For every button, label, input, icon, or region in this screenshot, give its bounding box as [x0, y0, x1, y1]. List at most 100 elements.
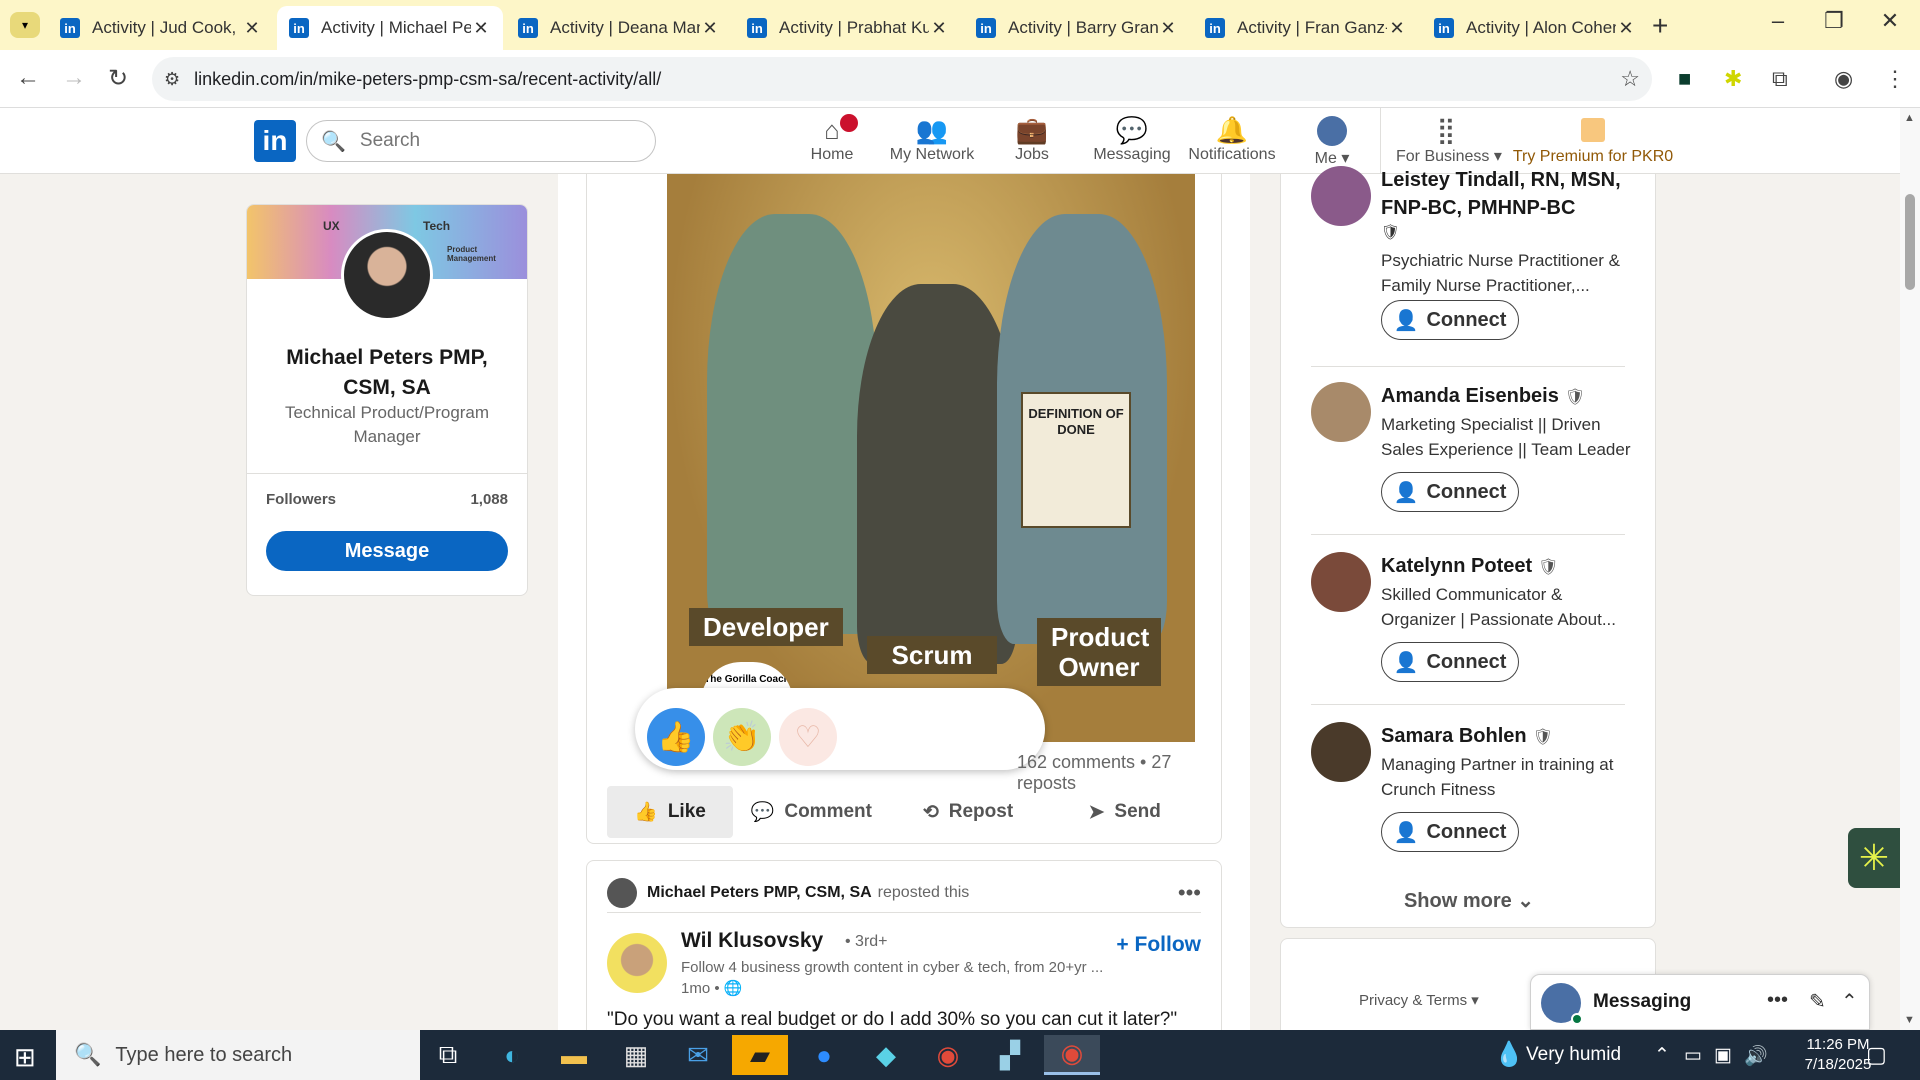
browser-tab[interactable]: in Activity | Alon Cohen ✕ [1422, 6, 1648, 50]
scroll-thumb[interactable] [1905, 194, 1915, 290]
connect-button[interactable]: 👤 Connect [1381, 472, 1519, 512]
address-bar[interactable]: ⚙ linkedin.com/in/mike-peters-pmp-csm-sa… [152, 57, 1652, 101]
post-image[interactable]: DEFINITION OF DONE Developer Scrum Maste… [667, 174, 1195, 742]
floating-extension-icon[interactable]: ✳ [1848, 828, 1900, 888]
app-icon[interactable]: ▞ [982, 1035, 1038, 1075]
task-view-icon[interactable]: ⧉ [420, 1035, 476, 1075]
volume-icon[interactable]: 🔊 [1744, 1044, 1768, 1068]
close-tab-icon[interactable]: ✕ [242, 18, 262, 39]
celebrate-reaction-icon[interactable]: 👏 [713, 708, 771, 766]
profile-name[interactable]: Michael Peters PMP, CSM, SA [247, 343, 527, 403]
send-button[interactable]: ➤ Send [1046, 786, 1203, 838]
suggestion-name[interactable]: Katelynn Poteet 🛡 [1381, 552, 1641, 582]
tab-search-dropdown[interactable]: ▾ [10, 12, 40, 38]
mail-icon[interactable]: ✉ [670, 1035, 726, 1075]
sticky-notes-icon[interactable]: ▰ [732, 1035, 788, 1075]
browser-menu-icon[interactable]: ⋮ [1884, 66, 1906, 92]
chrome-icon[interactable]: ◉ [920, 1035, 976, 1075]
nav-my-network[interactable]: 👥 My Network [882, 114, 982, 164]
close-tab-icon[interactable]: ✕ [929, 18, 949, 39]
windows-start-icon[interactable]: ⊞ [14, 1042, 36, 1073]
battery-icon[interactable]: ▭ [1684, 1044, 1702, 1067]
privacy-terms-link[interactable]: Privacy & Terms ▾ [1359, 991, 1479, 1009]
show-more-button[interactable]: Show more ⌄ [1281, 888, 1657, 913]
browser-tab[interactable]: in Activity | Jud Cook, P ✕ [48, 6, 274, 50]
extension-icon[interactable]: ✱ [1724, 66, 1742, 92]
site-info-icon[interactable]: ⚙ [164, 69, 180, 90]
weather-text[interactable]: Very humid [1526, 1044, 1621, 1066]
connect-button[interactable]: 👤 Connect [1381, 300, 1519, 340]
profile-icon[interactable]: ◉ [1834, 66, 1853, 92]
close-window-button[interactable]: ✕ [1870, 8, 1910, 34]
notifications-icon[interactable]: ▢ [1866, 1042, 1887, 1068]
new-tab-button[interactable]: + [1652, 10, 1668, 42]
avatar[interactable] [1311, 166, 1371, 226]
browser-tab[interactable]: in Activity | Barry Grand ✕ [964, 6, 1190, 50]
like-reaction-icon[interactable]: 👍 [647, 708, 705, 766]
profile-avatar[interactable] [341, 229, 433, 321]
scroll-up-icon[interactable]: ▲ [1904, 112, 1915, 124]
connect-button[interactable]: 👤 Connect [1381, 642, 1519, 682]
page-scrollbar[interactable]: ▲ ▼ [1900, 108, 1920, 1030]
nav-for-business[interactable]: ⣿ For Business ▾ [1396, 114, 1502, 166]
nav-notifications[interactable]: 🔔 Notifications [1182, 114, 1282, 164]
suggestion-name[interactable]: Amanda Eisenbeis 🛡 [1381, 382, 1641, 412]
nav-home[interactable]: ⌂ Home [782, 114, 882, 164]
connect-button[interactable]: 👤 Connect [1381, 812, 1519, 852]
network-icon[interactable]: ▣ [1714, 1044, 1732, 1067]
maximize-button[interactable]: ❐ [1814, 8, 1854, 34]
reposter-name[interactable]: Michael Peters PMP, CSM, SA [647, 884, 872, 902]
weather-icon[interactable]: 💧 [1494, 1040, 1524, 1069]
close-tab-icon[interactable]: ✕ [1616, 18, 1636, 39]
app-icon[interactable]: ◆ [858, 1035, 914, 1075]
close-tab-icon[interactable]: ✕ [1387, 18, 1407, 39]
message-button[interactable]: Message [266, 531, 508, 571]
avatar[interactable] [1311, 722, 1371, 782]
messaging-widget[interactable]: Messaging ••• ✎ ⌃ [1530, 974, 1870, 1030]
zoom-icon[interactable]: ● [796, 1035, 852, 1075]
author-name[interactable]: Wil Klusovsky [681, 929, 823, 953]
repost-button[interactable]: ⟲ Repost [890, 786, 1047, 838]
close-tab-icon[interactable]: ✕ [471, 18, 491, 39]
compose-icon[interactable]: ✎ [1809, 989, 1826, 1014]
avatar[interactable] [1311, 552, 1371, 612]
browser-tab[interactable]: in Activity | Fran Ganz-L ✕ [1193, 6, 1419, 50]
close-tab-icon[interactable]: ✕ [700, 18, 720, 39]
browser-tab[interactable]: in Activity | Deana Man ✕ [506, 6, 732, 50]
nav-me[interactable]: Me ▾ [1282, 114, 1382, 168]
nav-messaging[interactable]: 💬 Messaging [1082, 114, 1182, 164]
file-explorer-icon[interactable]: ▬ [546, 1035, 602, 1075]
back-button[interactable]: ← [12, 64, 44, 92]
follow-button[interactable]: + Follow [1116, 933, 1201, 957]
taskbar-search[interactable]: 🔍 Type here to search [56, 1030, 420, 1080]
comment-button[interactable]: 💬 Comment [733, 786, 890, 838]
scroll-down-icon[interactable]: ▼ [1904, 1014, 1915, 1026]
extensions-puzzle-icon[interactable]: ⧉ [1772, 66, 1788, 92]
extension-icon[interactable]: ■ [1678, 66, 1691, 92]
avatar[interactable] [1311, 382, 1371, 442]
avatar[interactable] [607, 933, 667, 993]
search-input[interactable] [359, 130, 640, 152]
more-options-icon[interactable]: ••• [1767, 989, 1788, 1012]
premium-link[interactable]: Try Premium for PKR0 [1508, 114, 1678, 166]
close-tab-icon[interactable]: ✕ [1158, 18, 1178, 39]
linkedin-logo[interactable]: in [254, 120, 296, 162]
browser-tab[interactable]: in Activity | Michael Pet ✕ [277, 6, 503, 50]
minimize-button[interactable]: – [1758, 8, 1798, 34]
search-box[interactable]: 🔍 [306, 120, 656, 162]
chevron-up-icon[interactable]: ⌃ [1841, 989, 1858, 1014]
chrome-active-icon[interactable]: ◉ [1044, 1035, 1100, 1075]
edge-icon[interactable]: ◐ [484, 1035, 540, 1075]
chevron-up-icon[interactable]: ⌃ [1654, 1044, 1670, 1067]
like-button[interactable]: 👍 Like [607, 786, 733, 838]
love-reaction-icon[interactable]: ♡ [779, 708, 837, 766]
suggestion-name[interactable]: Leistey Tindall, RN, MSN, FNP-BC, PMHNP-… [1381, 166, 1641, 222]
more-options-icon[interactable]: ••• [1178, 880, 1201, 906]
forward-button[interactable]: → [58, 64, 90, 92]
nav-jobs[interactable]: 💼 Jobs [982, 114, 1082, 164]
browser-tab[interactable]: in Activity | Prabhat Kur ✕ [735, 6, 961, 50]
reload-button[interactable]: ↻ [102, 64, 134, 93]
store-icon[interactable]: ▦ [608, 1035, 664, 1075]
suggestion-name[interactable]: Samara Bohlen 🛡 [1381, 722, 1641, 752]
avatar[interactable] [607, 877, 637, 908]
